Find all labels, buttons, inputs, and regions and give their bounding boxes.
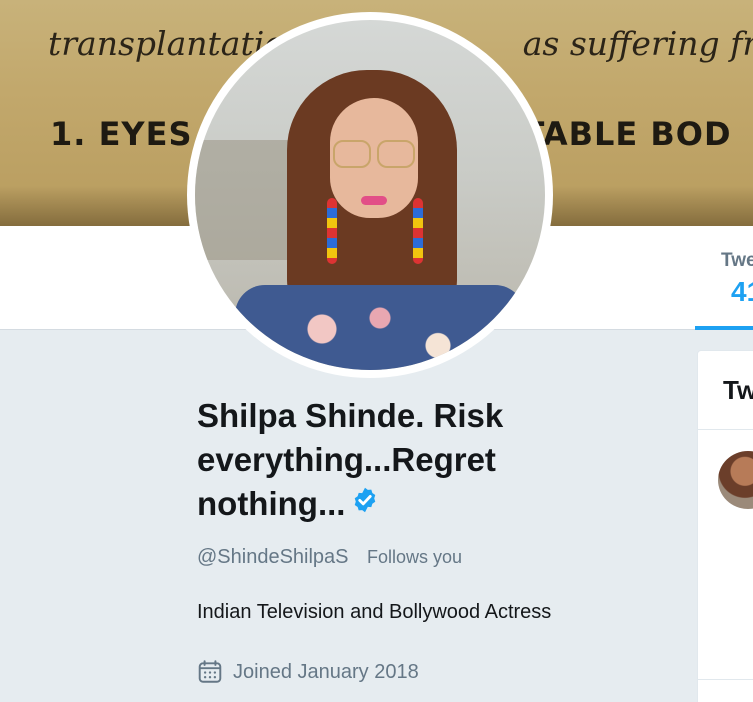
profile-handle[interactable]: @ShindeShilpaS	[197, 546, 349, 568]
panel-title: Tw	[723, 375, 753, 405]
banner-text-fragment: TABLE BOD	[522, 115, 732, 153]
profile-name[interactable]: Shilpa Shinde. Risk everything...Regret …	[197, 394, 597, 526]
tab-tweets[interactable]: Twe 41	[695, 226, 753, 330]
suggested-user-avatar[interactable]	[718, 451, 753, 509]
banner-text-fragment: as suffering from o	[522, 24, 753, 63]
avatar-photo	[195, 20, 545, 370]
verified-badge-icon	[355, 487, 376, 513]
profile-avatar[interactable]	[187, 12, 553, 378]
tab-tweets-count: 41	[731, 276, 753, 307]
profile-name-text: Shilpa Shinde. Risk everything...Regret …	[197, 397, 504, 522]
divider	[698, 429, 753, 430]
profile-bio: Indian Television and Bollywood Actress	[197, 601, 552, 623]
joined-date: Joined January 2018	[233, 660, 419, 683]
joined-date-row: Joined January 2018	[197, 659, 419, 685]
handle-row: @ShindeShilpaS Follows you	[197, 546, 462, 569]
divider	[698, 679, 753, 680]
banner-text-fragment: 1. EYES	[50, 115, 193, 153]
calendar-icon	[198, 660, 222, 683]
right-sidebar-panel: Tw	[697, 350, 753, 702]
tab-tweets-label: Twe	[721, 250, 753, 271]
follows-you-badge: Follows you	[366, 547, 463, 567]
